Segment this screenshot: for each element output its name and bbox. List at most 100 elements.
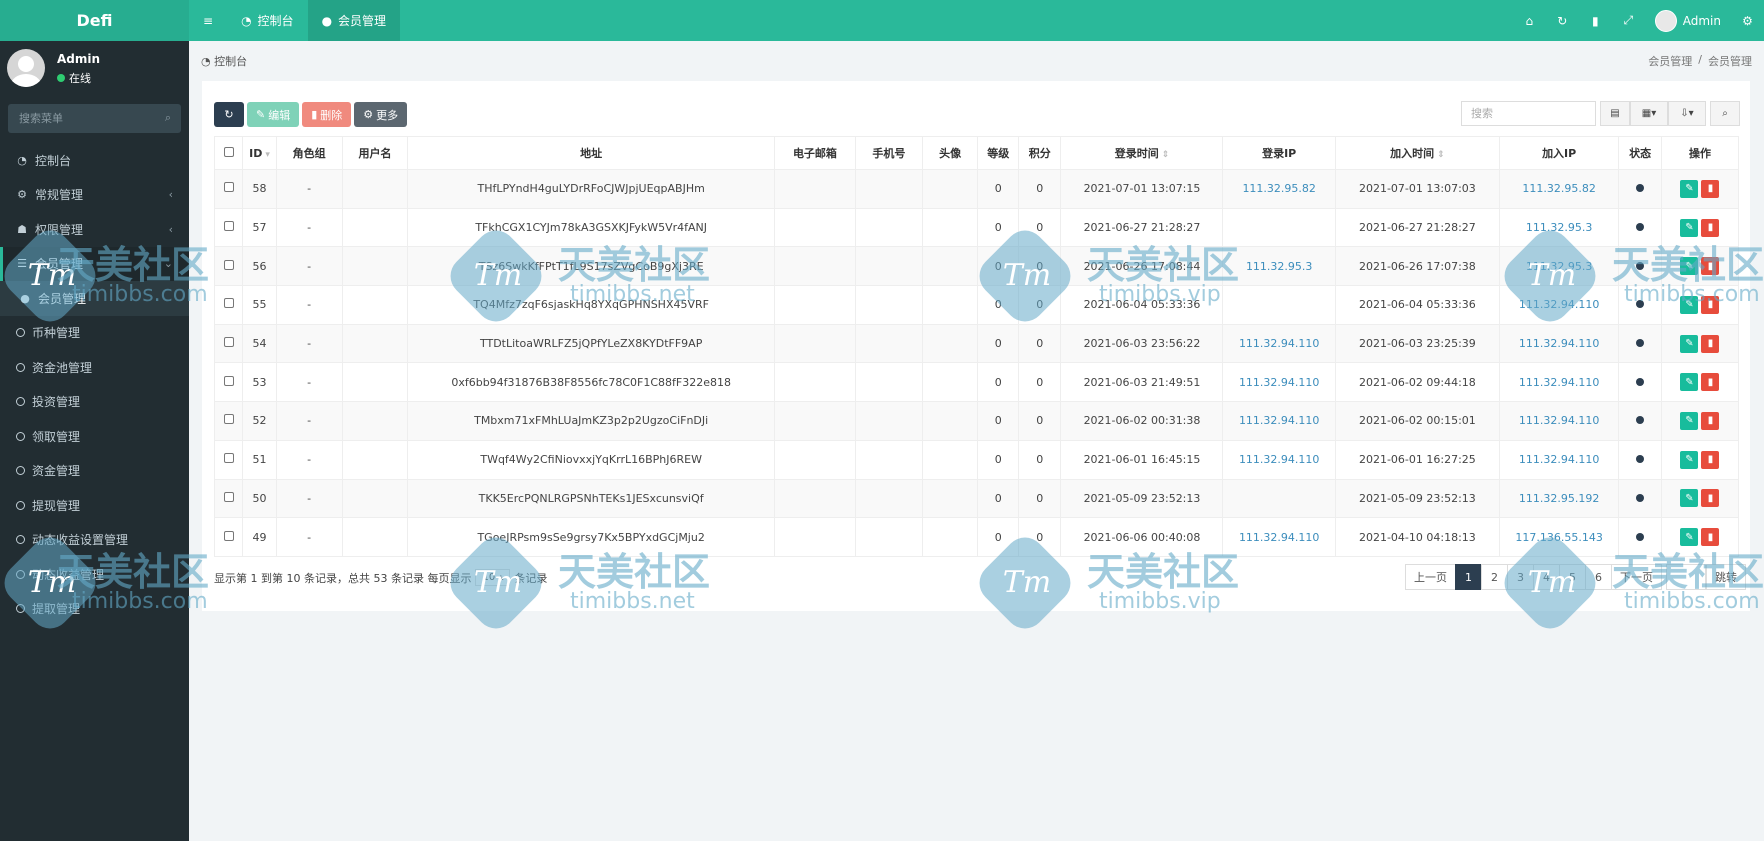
row-checkbox[interactable] [223,221,234,232]
refresh-button[interactable]: ↻ [214,102,244,127]
row-delete-button[interactable]: ▮ [1701,450,1720,469]
table-row[interactable]: 49- TGoeJRPsm9sSe9grsy7Kx5BPYxdGCjMju2 0 0 2… [213,517,1740,557]
row-edit-button[interactable]: ✎ [1680,489,1699,508]
joinip-link[interactable]: 117.136.55.143 [1515,531,1602,544]
common-search-button[interactable]: ⌕ [1710,101,1740,126]
sidebar-item-pool[interactable]: 资金池管理 [0,350,189,385]
sidebar-item-members[interactable]: ☰ 会员管理 ⌄ [0,246,189,281]
joinip-link[interactable]: 111.32.94.110 [1519,337,1599,350]
row-checkbox-cell[interactable] [213,246,244,287]
loginip-link[interactable]: 111.32.94.110 [1239,531,1319,544]
row-checkbox[interactable] [223,491,234,502]
row-checkbox-cell[interactable] [213,285,244,325]
columns-button[interactable]: ▦▾ [1630,101,1668,126]
row-edit-button[interactable]: ✎ [1680,295,1699,314]
fullscreen-icon[interactable]: ⤢ [1612,0,1645,41]
table-row[interactable]: 52- TMbxm71xFMhLUaJmKZ3p2p2UgzoCiFnDJi 0 0 2… [213,401,1740,441]
row-checkbox[interactable] [223,259,234,270]
row-edit-button[interactable]: ✎ [1680,450,1699,469]
sidebar-search-input[interactable] [8,104,181,133]
row-checkbox-cell[interactable] [213,169,244,209]
row-checkbox-cell[interactable] [213,362,244,403]
jump-page-input[interactable] [1666,564,1706,590]
row-edit-button[interactable]: ✎ [1680,528,1699,547]
tab-member-management[interactable]: ● 会员管理 [307,0,401,41]
row-edit-button[interactable]: ✎ [1680,373,1699,392]
sidebar-item-dynamic-settings[interactable]: 动态收益设置管理 [0,523,189,558]
search-icon[interactable]: ⌕ [165,111,171,125]
delete-button[interactable]: ▮ 删除 [302,102,352,127]
joinip-link[interactable]: 111.32.95.192 [1519,492,1599,505]
row-delete-button[interactable]: ▮ [1701,528,1720,547]
loginip-link[interactable]: 111.32.94.110 [1239,414,1319,427]
more-button[interactable]: ⚙ 更多 [354,102,408,127]
row-checkbox[interactable] [223,453,234,464]
sidebar-item-member-list[interactable]: ● 会员管理 [0,281,189,316]
joinip-link[interactable]: 111.32.94.110 [1519,298,1599,311]
row-edit-button[interactable]: ✎ [1680,179,1699,198]
column-header[interactable]: 登录时间 ⇕ [1060,136,1224,170]
sidebar-item-withdraw[interactable]: 提现管理 [0,488,189,523]
page-button[interactable]: 1 [1455,564,1482,590]
table-row[interactable]: 57- TFkhCGX1CYJm78kA3GSXKJFykW5Vr4fANJ 0 0 2… [213,207,1740,248]
table-row[interactable]: 56- TSz6SwkKfFPtT1fL9S17sZVgCoB9gXj3RE 0 0 2… [213,246,1740,287]
breadcrumb-item[interactable]: 会员管理 [1648,53,1692,69]
sidebar-toggle-button[interactable]: ≡ [189,0,227,41]
row-checkbox-cell[interactable] [213,439,244,480]
row-delete-button[interactable]: ▮ [1701,411,1720,430]
next-page-button[interactable]: 下一页 [1611,564,1662,590]
sidebar-item-extract[interactable]: 提取管理 [0,592,189,627]
row-checkbox-cell[interactable] [213,207,244,248]
trash-icon[interactable]: ▮ [1579,0,1612,41]
page-button[interactable]: 2 [1481,564,1508,590]
sidebar-item-auth[interactable]: ☗ 权限管理 ‹ [0,212,189,247]
sidebar-item-general[interactable]: ⚙ 常规管理 ‹ [0,178,189,213]
top-user-menu[interactable]: Admin [1645,0,1731,41]
row-delete-button[interactable]: ▮ [1701,295,1720,314]
loginip-link[interactable]: 111.32.95.3 [1246,260,1312,273]
joinip-link[interactable]: 111.32.95.3 [1526,260,1592,273]
row-checkbox[interactable] [223,375,234,386]
row-delete-button[interactable]: ▮ [1701,489,1720,508]
row-delete-button[interactable]: ▮ [1701,373,1720,392]
row-checkbox[interactable] [223,530,234,541]
row-checkbox-cell[interactable] [213,401,244,441]
home-icon[interactable]: ⌂ [1513,0,1546,41]
joinip-link[interactable]: 111.32.95.82 [1522,182,1595,195]
row-checkbox[interactable] [223,414,234,425]
joinip-link[interactable]: 111.32.95.3 [1526,221,1592,234]
row-edit-button[interactable]: ✎ [1680,334,1699,353]
page-button[interactable]: 5 [1559,564,1586,590]
table-row[interactable]: 55- TQ4Mfz7zqF6sjaskHq8YXqGPHNSHX45VRF 0 0 2… [213,285,1740,325]
joinip-link[interactable]: 111.32.94.110 [1519,453,1599,466]
page-button[interactable]: 4 [1533,564,1560,590]
row-checkbox[interactable] [223,182,234,193]
loginip-link[interactable]: 111.32.94.110 [1239,337,1319,350]
sidebar-item-currency[interactable]: 币种管理 [0,316,189,351]
sidebar-item-dashboard[interactable]: ◔ 控制台 [0,143,189,178]
row-delete-button[interactable]: ▮ [1701,218,1720,237]
app-logo[interactable]: Defi [0,0,189,41]
row-delete-button[interactable]: ▮ [1701,179,1720,198]
search-input[interactable] [1461,101,1596,126]
table-row[interactable]: 51- TWqf4Wy2CfiNiovxxjYqKrrL16BPhJ6REW 0 0 2… [213,439,1740,480]
page-button[interactable]: 6 [1585,564,1612,590]
prev-page-button[interactable]: 上一页 [1405,564,1456,590]
table-row[interactable]: 53- 0xf6bb94f31876B38F8556fc78C0F1C88fF32… [213,362,1740,403]
jump-button[interactable]: 跳转 [1706,564,1746,590]
row-checkbox[interactable] [223,298,234,309]
refresh-icon[interactable]: ↻ [1546,0,1579,41]
tab-dashboard[interactable]: ◔ 控制台 [227,0,308,41]
breadcrumb-left[interactable]: ◔ 控制台 [201,53,247,69]
row-edit-button[interactable]: ✎ [1680,257,1699,276]
row-edit-button[interactable]: ✎ [1680,411,1699,430]
column-header[interactable]: 加入时间 ⇕ [1334,136,1500,170]
row-edit-button[interactable]: ✎ [1680,218,1699,237]
select-all-checkbox-cell[interactable] [213,136,244,170]
page-button[interactable]: 3 [1507,564,1534,590]
sidebar-item-claim[interactable]: 领取管理 [0,419,189,454]
loginip-link[interactable]: 111.32.94.110 [1239,376,1319,389]
export-button[interactable]: ⇩▾ [1668,101,1706,126]
table-row[interactable]: 50- TKK5ErcPQNLRGPSNhTEKs1JESxcunsviQf 0 0 2… [213,478,1740,519]
toggle-view-button[interactable]: ▤ [1600,101,1630,126]
